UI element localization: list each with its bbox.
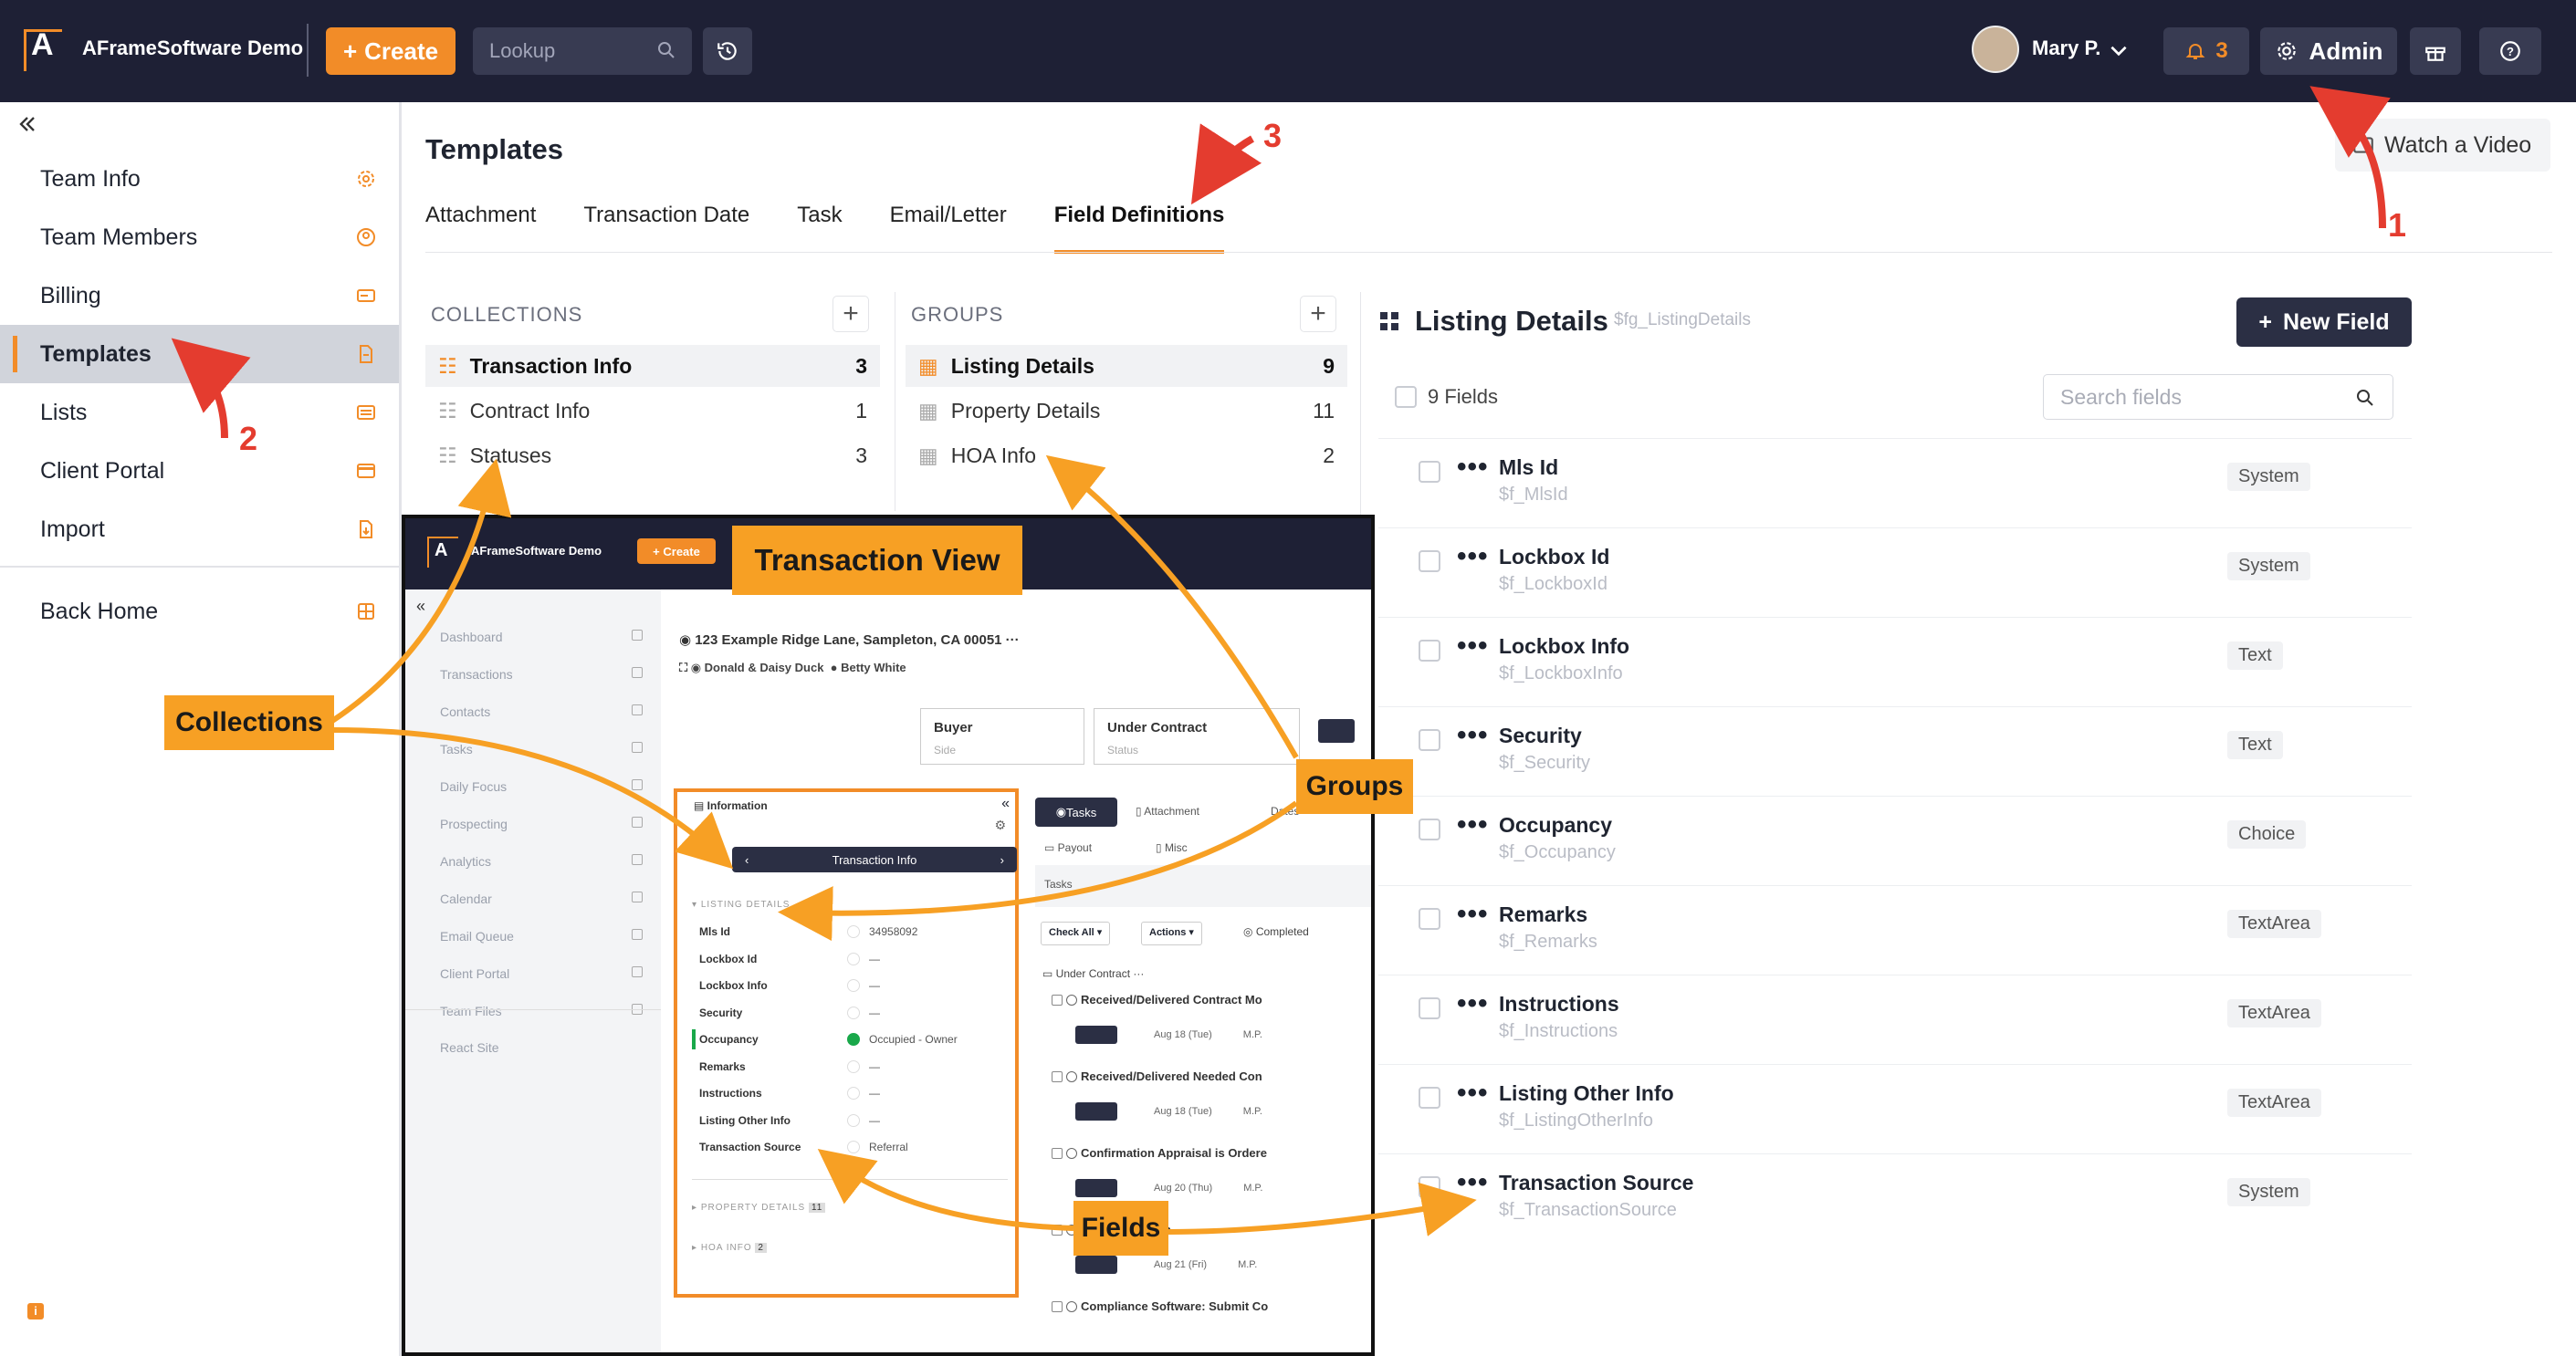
annotation-arrows — [171, 86, 2391, 1236]
arrow-fields-to-list — [1168, 1182, 1477, 1236]
step-1-label: 1 — [2388, 206, 2407, 244]
step-3-label: 3 — [1263, 117, 1283, 154]
collections-label: Collections — [164, 695, 334, 750]
fields-label: Fields — [1073, 1201, 1168, 1256]
arrow-step-3 — [1190, 123, 1262, 205]
transaction-view-label: Transaction View — [732, 526, 1022, 595]
arrow-step-1 — [2309, 86, 2391, 229]
step-2-label: 2 — [239, 420, 258, 457]
arrow-collections-to-bar — [331, 727, 734, 870]
groups-label: Groups — [1296, 759, 1413, 814]
arrow-groups-to-section — [778, 800, 1298, 942]
arrow-fields-to-embedded — [817, 1148, 1074, 1231]
arrow-step-2 — [171, 338, 251, 439]
arrow-collections-to-list — [330, 458, 512, 724]
arrow-groups-to-list — [1045, 454, 1299, 759]
